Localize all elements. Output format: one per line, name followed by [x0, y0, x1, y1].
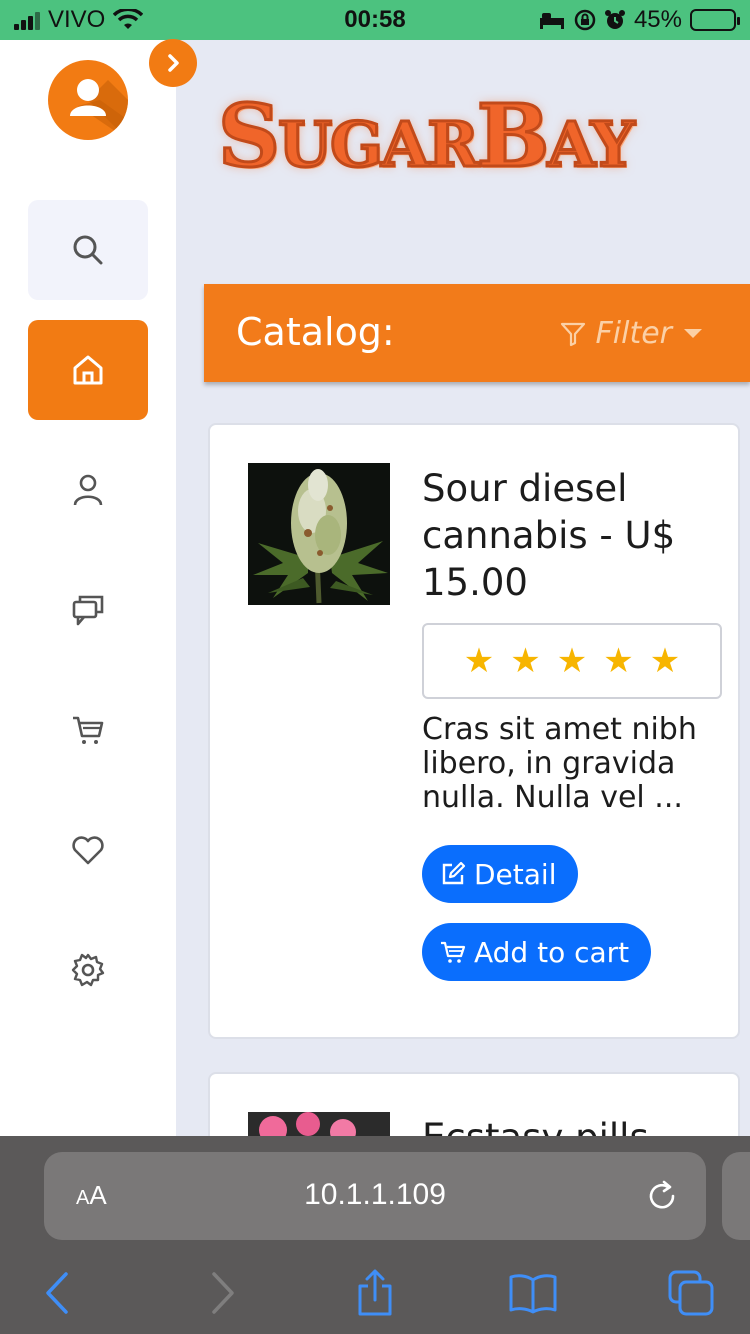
share-button[interactable]	[350, 1268, 400, 1318]
star-icon: ★	[649, 641, 681, 681]
forward-button[interactable]	[196, 1268, 246, 1318]
url-text: 10.1.1.109	[304, 1178, 446, 1211]
filter-label: Filter	[595, 316, 672, 351]
logo-text: SUGARBAY	[216, 85, 688, 189]
bed-icon	[539, 13, 564, 29]
catalog-header: Catalog: Filter	[204, 284, 750, 382]
reload-icon[interactable]	[644, 1178, 680, 1214]
chat-icon	[72, 595, 104, 626]
chevron-left-icon	[46, 1272, 68, 1314]
chevron-right-icon	[212, 1272, 234, 1314]
product-card: Sour diesel cannabis - U$ 15.00 ★ ★ ★ ★ …	[208, 423, 740, 1039]
status-right: 45%	[538, 6, 740, 34]
filter-dropdown[interactable]: Filter	[560, 316, 702, 351]
caret-down-icon	[684, 329, 702, 338]
user-icon	[73, 474, 103, 506]
star-icon: ★	[463, 641, 495, 681]
star-icon: ★	[603, 641, 634, 681]
browser-toolbar: AA 10.1.1.109	[0, 1136, 750, 1334]
add-to-cart-button[interactable]: Add to cart	[422, 923, 652, 981]
logo-letter-s: S	[216, 85, 281, 189]
star-icon: ★	[510, 641, 541, 681]
alarm-icon	[604, 10, 625, 29]
sugarbay-logo: SUGARBAY	[216, 85, 688, 211]
cart-icon	[441, 941, 466, 963]
tabs-icon	[668, 1270, 714, 1316]
book-icon	[509, 1274, 557, 1314]
sidebar-item-home[interactable]	[28, 320, 148, 420]
chevron-right-icon	[168, 54, 179, 72]
heart-icon	[72, 836, 104, 865]
star-icon: ★	[556, 641, 588, 681]
address-bar[interactable]: AA 10.1.1.109	[44, 1152, 706, 1240]
share-icon	[358, 1269, 392, 1316]
detail-button[interactable]: Detail	[422, 845, 579, 903]
edit-icon	[442, 861, 466, 885]
battery-icon	[690, 9, 740, 31]
product-description: Cras sit amet nibh libero, in gravida nu…	[422, 712, 697, 815]
home-icon	[73, 355, 103, 385]
logo-word-ay: AY	[546, 107, 636, 183]
add-to-cart-label: Add to cart	[474, 935, 630, 969]
catalog-title: Catalog:	[236, 310, 395, 354]
sidebar-item-settings[interactable]	[28, 920, 148, 1020]
search-icon	[73, 235, 103, 265]
filter-icon	[560, 322, 585, 346]
gear-icon	[71, 953, 105, 987]
back-button[interactable]	[34, 1268, 84, 1318]
tabs-button[interactable]	[666, 1268, 716, 1318]
bookmarks-button[interactable]	[508, 1268, 558, 1318]
sidebar-item-profile[interactable]	[28, 440, 148, 540]
cart-icon	[73, 716, 104, 744]
logo-letter-b: B	[475, 85, 551, 189]
status-bar: VIVO 00:58 45%	[0, 0, 750, 40]
star-rating: ★ ★ ★ ★ ★	[422, 623, 722, 699]
sidebar-item-favorites[interactable]	[28, 800, 148, 900]
avatar-icon	[70, 79, 128, 140]
product-title: Sour diesel cannabis - U$ 15.00	[422, 467, 676, 604]
expand-sidebar-button[interactable]	[149, 39, 197, 87]
battery-percent: 45%	[633, 6, 682, 33]
logo-word-ugar: UGAR	[277, 107, 481, 183]
sidebar-item-search[interactable]	[28, 200, 148, 300]
detail-button-label: Detail	[474, 857, 557, 891]
cannabis-image	[248, 463, 390, 605]
sidebar-item-cart[interactable]	[28, 680, 148, 780]
rotation-lock-icon	[574, 9, 596, 31]
sidebar-item-messages[interactable]	[28, 560, 148, 660]
user-avatar[interactable]	[48, 60, 128, 140]
product-image[interactable]	[248, 463, 390, 605]
next-tab-peek[interactable]	[722, 1152, 750, 1240]
